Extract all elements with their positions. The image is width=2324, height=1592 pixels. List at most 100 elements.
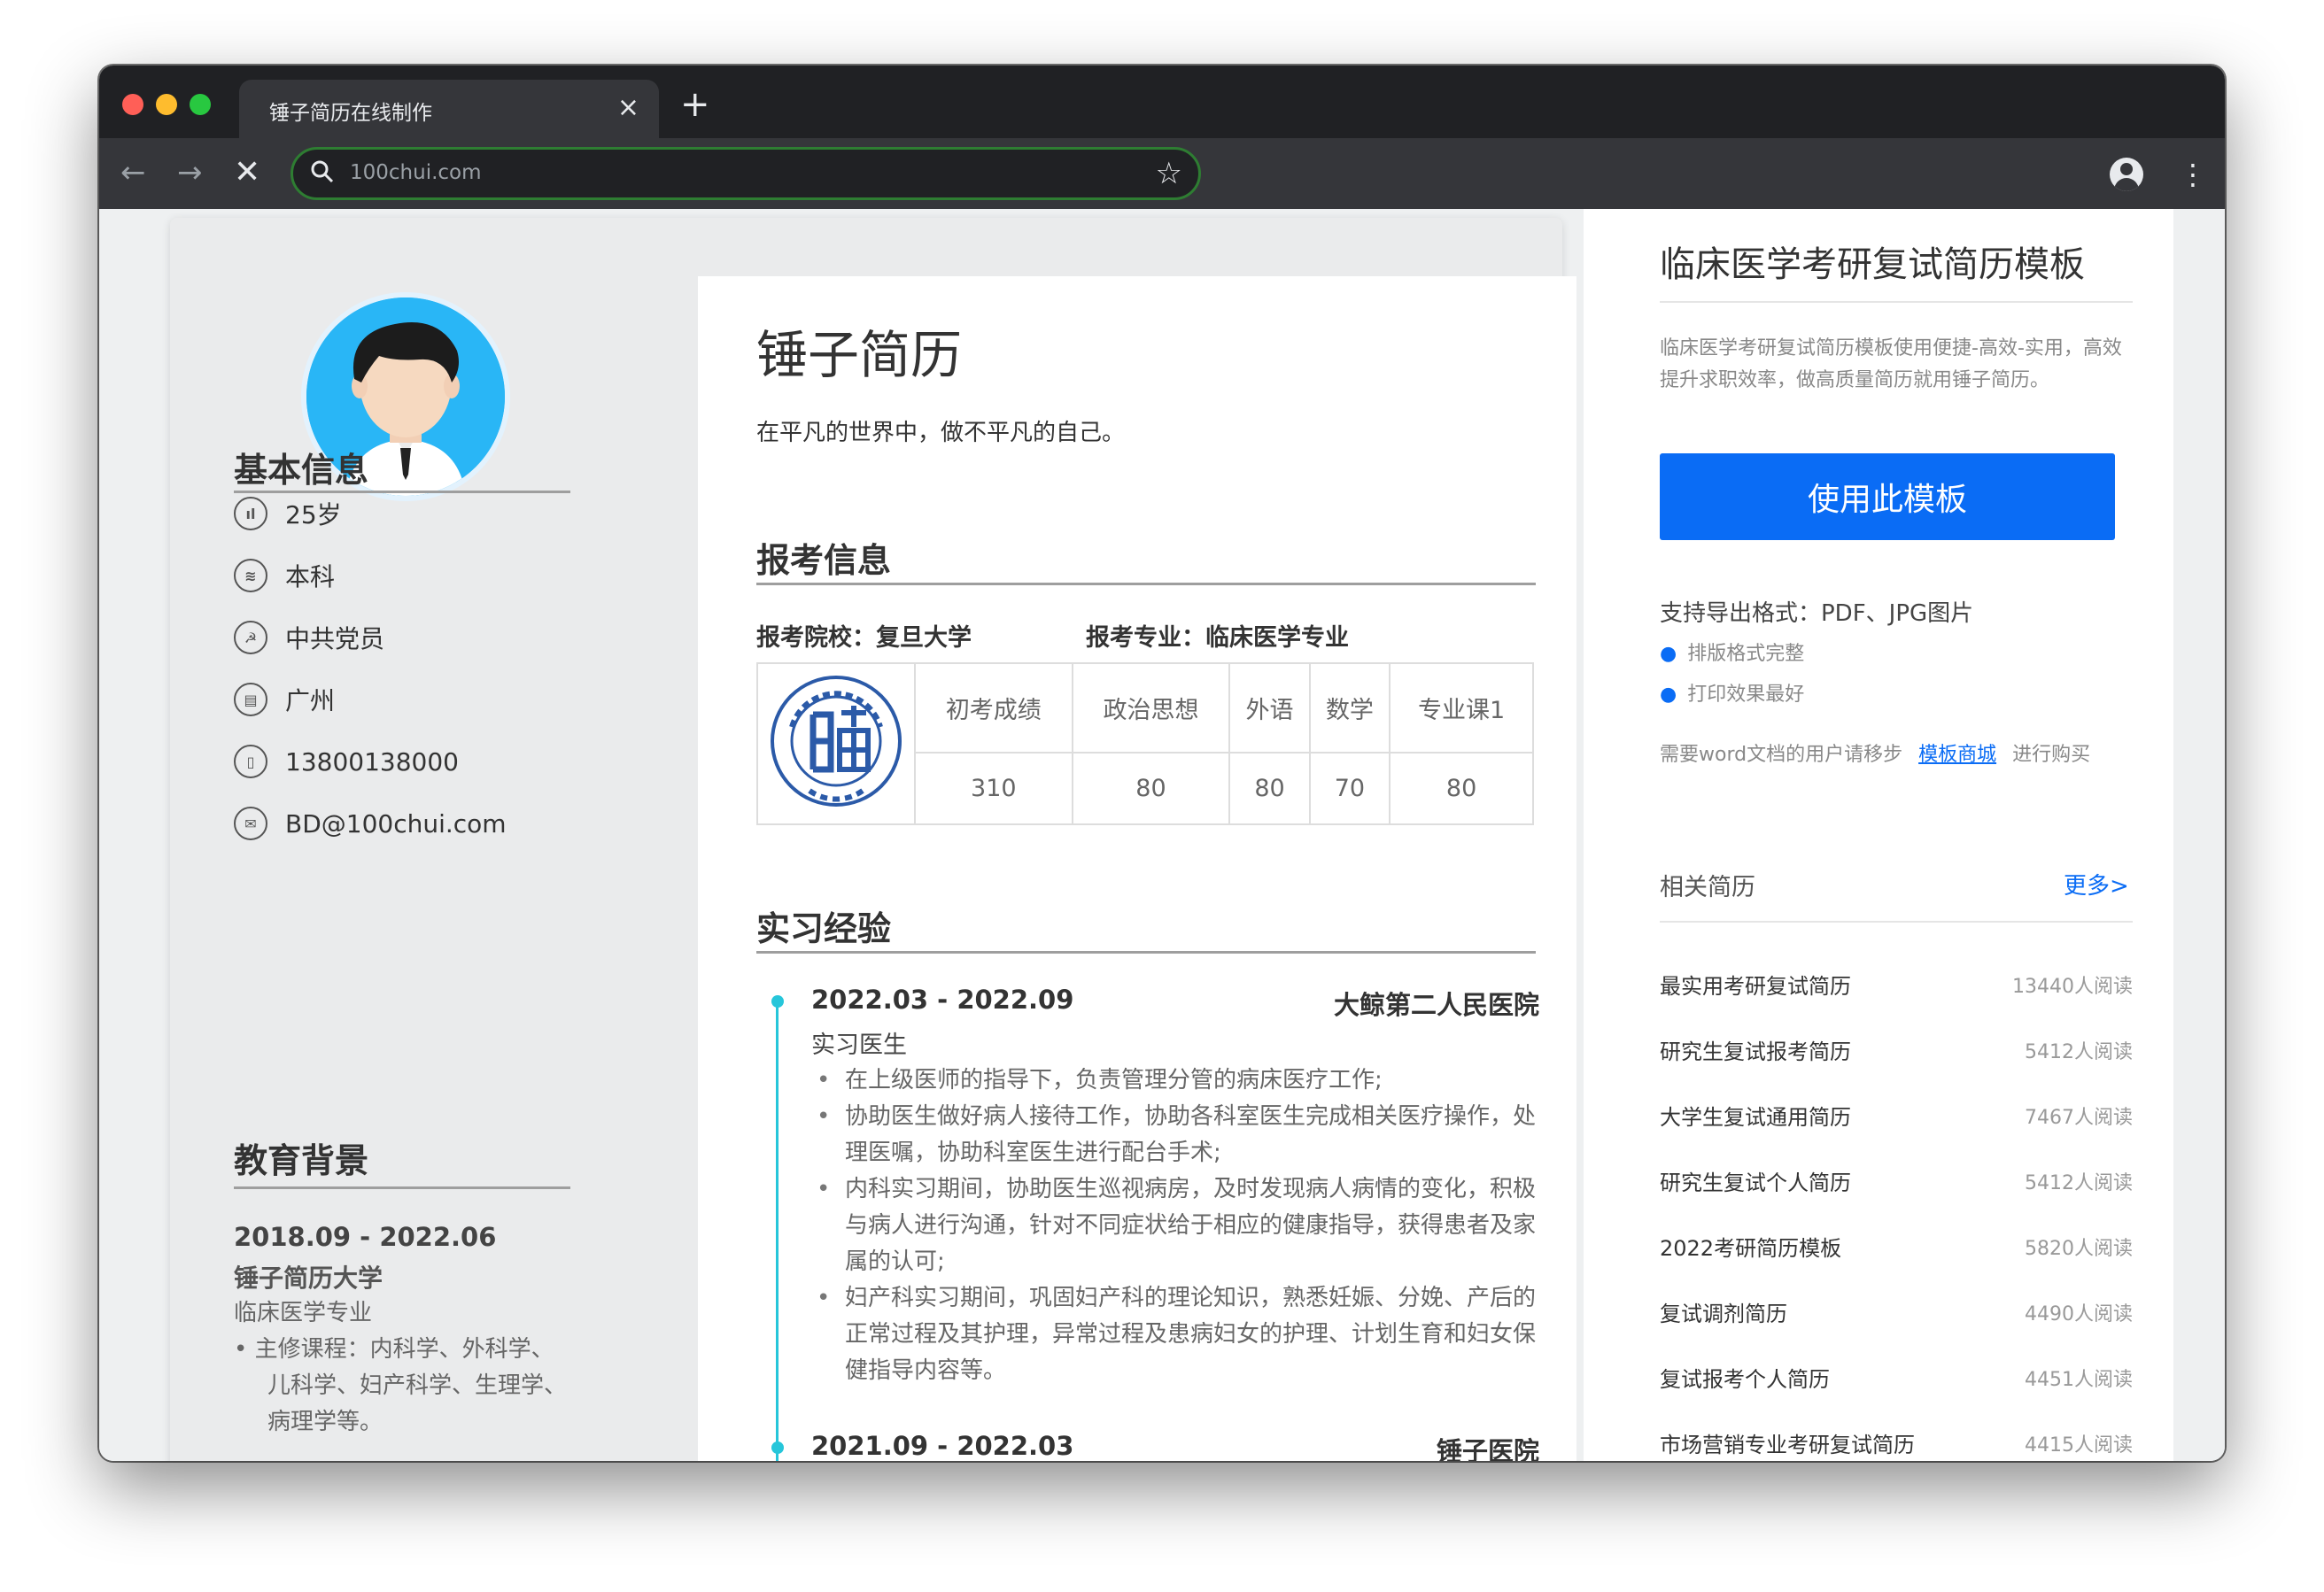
info-degree-text: 本科 [285,562,336,591]
new-tab-button[interactable]: + [680,85,710,124]
related-title: 相关简历 [1660,874,1755,901]
age-chart-icon: ıl [234,497,267,530]
divider [1660,921,2133,923]
word-note-suffix: 进行购买 [2012,744,2091,766]
template-store-link[interactable]: 模板商城 [1918,744,1996,766]
browser-menu-icon[interactable]: ⋮ [2179,158,2207,191]
education-major: 临床医学专业 [234,1300,373,1326]
apply-info-title: 报考信息 [756,541,892,580]
related-item[interactable]: 大学生复试通用简历 7467人阅读 [1660,1100,2133,1135]
section-divider [234,1186,570,1189]
score-table: 初考成绩 政治思想 外语 数学 专业课1 310 80 80 70 80 [756,662,1534,826]
template-description: 临床医学考研复试简历模板使用便捷-高效-实用，高效提升求职效率，做高质量简历就用… [1660,337,2122,391]
browser-tab[interactable]: 锤子简历在线制作 × [239,80,659,138]
search-icon [311,160,334,183]
basic-info-title: 基本信息 [234,451,369,490]
score-header: 政治思想 [1071,662,1231,753]
tab-close-icon[interactable]: × [617,90,639,126]
profile-avatar-icon[interactable] [2110,158,2143,191]
stop-loading-icon[interactable]: ✕ [234,151,260,195]
feature-item: ● 打印效果最好 [1660,678,1804,707]
related-item-name[interactable]: 复试报考个人简历 [1660,1362,1830,1393]
related-item-count: 4415人阅读 [2025,1434,2133,1457]
related-item-name[interactable]: 最实用考研复试简历 [1660,969,1851,1000]
info-degree: ≋ 本科 [234,558,335,593]
page-content: 基本信息 ıl 25岁 ≋ 本科 ☭ 中共党员 ▤ 广州 ▯ 138001380… [99,209,2225,1461]
experience-org: 大鲸第二人民医院 [1333,990,1539,1020]
maximize-window-button[interactable] [190,94,211,115]
apply-major: 报考专业：临床医学专业 [1086,624,1349,652]
related-item-count: 7467人阅读 [2025,1107,2133,1129]
party-icon: ☭ [234,621,267,654]
info-phone: ▯ 13800138000 [234,744,459,779]
close-window-button[interactable] [122,94,143,115]
url-text[interactable]: 100chui.com [350,161,482,184]
related-item[interactable]: 最实用考研复试简历 13440人阅读 [1660,969,2133,1004]
related-item-name[interactable]: 2022考研简历模板 [1660,1231,1841,1262]
feature-text: 排版格式完整 [1687,643,1805,665]
bullet-dot-icon: ● [1660,684,1677,706]
info-age-text: 25岁 [285,500,342,529]
experience-date: 2022.03 - 2022.09 [811,985,1074,1015]
related-item-name[interactable]: 研究生复试个人简历 [1660,1165,1851,1196]
info-age: ıl 25岁 [234,496,342,531]
export-formats: 支持导出格式：PDF、JPG图片 [1660,600,1974,627]
experience-org: 锤子医院 [1436,1436,1539,1461]
browser-window: 锤子简历在线制作 × + ← → ✕ 100chui.com ☆ ⋮ 基本信息 … [99,66,2225,1461]
experience-date: 2021.09 - 2022.03 [811,1431,1074,1461]
university-logo-cell [756,662,916,825]
bullet-dot-icon: ● [1660,643,1677,665]
more-link[interactable]: 更多> [2064,868,2129,900]
phone-icon: ▯ [234,745,267,778]
related-item-count: 5820人阅读 [2025,1238,2133,1260]
info-phone-text: 13800138000 [285,746,459,777]
university-seal-icon [771,675,902,807]
use-template-button[interactable]: 使用此模板 [1660,453,2115,540]
related-item-name[interactable]: 市场营销专业考研复试简历 [1660,1427,1915,1458]
score-value: 310 [914,751,1073,826]
list-item: 妇产科实习期间，巩固妇产科的理论知识，熟悉妊娠、分娩、产后的正常过程及其护理，异… [811,1280,1545,1389]
education-icon: ≋ [234,559,267,592]
related-item-name[interactable]: 大学生复试通用简历 [1660,1100,1851,1131]
experience-title: 实习经验 [756,909,892,948]
feature-item: ● 排版格式完整 [1660,638,1804,666]
minimize-window-button[interactable] [156,94,177,115]
back-arrow-icon[interactable]: ← [120,151,146,195]
info-party-text: 中共党员 [285,624,385,653]
related-item[interactable]: 研究生复试个人简历 5412人阅读 [1660,1165,2133,1201]
related-item[interactable]: 复试报考个人简历 4451人阅读 [1660,1362,2133,1397]
related-item-count: 5412人阅读 [2025,1172,2133,1194]
section-divider [756,951,1536,954]
address-bar[interactable]: 100chui.com ☆ [290,147,1201,200]
list-item: 内科实习期间，协助医生巡视病房，及时发现病人病情的变化，积极与病人进行沟通，针对… [811,1171,1545,1280]
list-item: 在上级医师的指导下，负责管理分管的病床医疗工作; [811,1063,1545,1099]
education-school: 锤子简历大学 [234,1264,383,1293]
building-icon: ▤ [234,683,267,716]
info-email: ✉ BD@100chui.com [234,806,507,841]
related-item[interactable]: 2022考研简历模板 5820人阅读 [1660,1231,2133,1266]
experience-bullets: 在上级医师的指导下，负责管理分管的病床医疗工作; 协助医生做好病人接待工作，协助… [811,1063,1545,1389]
info-city-text: 广州 [285,686,336,715]
related-item[interactable]: 市场营销专业考研复试简历 4415人阅读 [1660,1427,2133,1461]
related-item-name[interactable]: 复试调剂简历 [1660,1296,1787,1327]
related-item[interactable]: 研究生复试报考简历 5412人阅读 [1660,1034,2133,1070]
bookmark-star-icon[interactable]: ☆ [1156,153,1182,194]
divider [1660,301,2133,303]
tab-strip: 锤子简历在线制作 × + [99,66,2225,138]
experience-role: 实习医生 [811,1032,907,1059]
section-divider [756,583,1536,585]
browser-toolbar: ← → ✕ 100chui.com ☆ ⋮ [99,138,2225,209]
feature-text: 打印效果最好 [1687,684,1805,706]
tab-title: 锤子简历在线制作 [269,102,432,125]
timeline-dot [771,1441,784,1454]
score-value: 80 [1389,751,1534,826]
related-item-name[interactable]: 研究生复试报考简历 [1660,1034,1851,1065]
timeline-dot [771,995,784,1008]
forward-arrow-icon[interactable]: → [177,151,203,195]
resume-preview: 基本信息 ıl 25岁 ≋ 本科 ☭ 中共党员 ▤ 广州 ▯ 138001380… [170,218,1576,1461]
score-header: 初考成绩 [914,662,1073,753]
timeline-line [776,1001,779,1461]
info-email-text: BD@100chui.com [285,808,507,839]
related-item[interactable]: 复试调剂简历 4490人阅读 [1660,1296,2133,1332]
resume-motto: 在平凡的世界中，做不平凡的自己。 [756,420,1126,446]
